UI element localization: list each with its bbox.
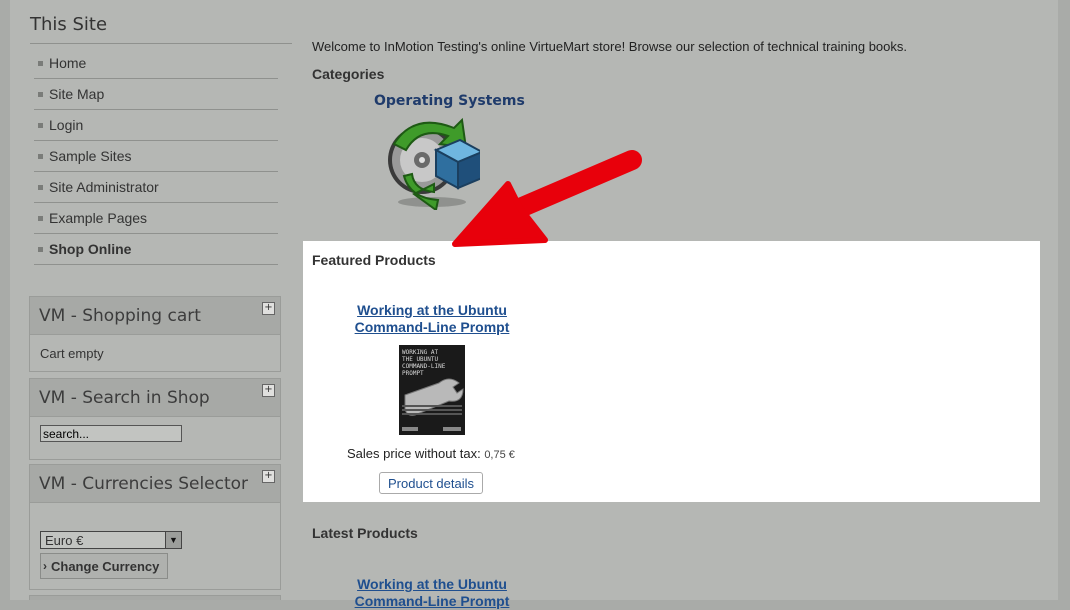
menu-item-shop-online[interactable]: Shop Online: [34, 234, 278, 265]
category-link-operating-systems[interactable]: Operating Systems: [374, 93, 525, 109]
bullet-icon: [38, 153, 43, 159]
menu-item-label: Site Administrator: [49, 179, 159, 195]
menu-item-label: Login: [49, 117, 84, 133]
bullet-icon: [38, 184, 43, 190]
module-title: VM - Search in Shop: [39, 387, 210, 408]
cart-status: Cart empty: [40, 345, 104, 361]
product-details-button[interactable]: Product details: [379, 472, 483, 494]
cover-text-line3: COMMAND-LINE: [402, 363, 446, 370]
module-header: VM - Shopping cart +: [29, 296, 281, 334]
menu-item-label: Sample Sites: [49, 148, 132, 164]
bullet-icon: [38, 91, 43, 97]
shop-search-input[interactable]: [40, 425, 182, 442]
module-header: VM - Search in Shop +: [29, 378, 281, 416]
chevron-right-icon: ›: [43, 559, 47, 573]
change-currency-button[interactable]: › Change Currency: [40, 553, 169, 579]
currency-select[interactable]: Euro € ▼: [40, 531, 182, 549]
featured-products-panel: Featured Products Working at the Ubuntu …: [303, 241, 1040, 502]
expand-toggle-icon[interactable]: +: [262, 470, 275, 483]
product-thumbnail[interactable]: WORKING AT THE UBUNTU COMMAND-LINE PROMP…: [399, 345, 465, 435]
cover-text-line2: THE UBUNTU: [402, 356, 439, 363]
module-body: [29, 416, 281, 460]
search-module: VM - Search in Shop +: [29, 378, 281, 460]
module-title: VM - Currencies Selector: [39, 473, 249, 494]
product-title-line2: Command-Line Prompt: [354, 593, 510, 609]
menu-item-home[interactable]: Home: [34, 48, 278, 79]
welcome-text: Welcome to InMotion Testing's online Vir…: [312, 39, 908, 54]
menu-item-label: Shop Online: [49, 241, 132, 257]
menu-item-label: Example Pages: [49, 210, 148, 226]
menu-item-login[interactable]: Login: [34, 110, 278, 141]
product-title-line1: Working at the Ubuntu: [357, 576, 507, 592]
currency-selected-value: Euro €: [45, 532, 84, 548]
latest-products-title: Latest Products: [312, 525, 418, 541]
page-container: This Site Home Site Map Login Sample Sit…: [10, 0, 1058, 609]
latest-product-title-link[interactable]: Working at the Ubuntu Command-Line Promp…: [322, 576, 542, 610]
module-header: VM - Currencies Selector +: [29, 464, 281, 502]
menu-item-sample-sites[interactable]: Sample Sites: [34, 141, 278, 172]
bullet-icon: [38, 122, 43, 128]
menu-item-site-map[interactable]: Site Map: [34, 79, 278, 110]
price-value: 0,75 €: [484, 449, 515, 461]
product-price: Sales price without tax: 0,75 €: [347, 446, 515, 461]
menu-item-site-administrator[interactable]: Site Administrator: [34, 172, 278, 203]
menu-item-label: Site Map: [49, 86, 105, 102]
bullet-icon: [38, 246, 43, 252]
dropdown-arrow-icon[interactable]: ▼: [165, 532, 181, 548]
bullet-icon: [38, 60, 43, 66]
module-body: Cart empty: [29, 334, 281, 372]
main-menu: Home Site Map Login Sample Sites Site Ad…: [34, 48, 278, 265]
module-body: Euro € ▼ › Change Currency: [29, 502, 281, 590]
module-title: VM - Shopping cart: [39, 305, 201, 326]
site-menu-title: This Site: [30, 14, 292, 44]
cover-text-line4: PROMPT: [402, 370, 424, 377]
currency-selector-module: VM - Currencies Selector + Euro € ▼ › Ch…: [29, 464, 281, 590]
product-title-line2: Command-Line Prompt: [354, 319, 510, 335]
product-title-line1: Working at the Ubuntu: [357, 302, 507, 318]
menu-item-example-pages[interactable]: Example Pages: [34, 203, 278, 234]
operating-systems-icon[interactable]: [384, 114, 485, 215]
bullet-icon: [38, 215, 43, 221]
featured-products-title: Featured Products: [312, 252, 436, 268]
product-title-link[interactable]: Working at the Ubuntu Command-Line Promp…: [322, 302, 542, 336]
menu-item-label: Home: [49, 55, 87, 71]
cover-text-line1: WORKING AT: [402, 349, 439, 356]
expand-toggle-icon[interactable]: +: [262, 384, 275, 397]
price-label: Sales price without tax:: [347, 446, 481, 461]
categories-title: Categories: [312, 66, 385, 82]
expand-toggle-icon[interactable]: +: [262, 302, 275, 315]
shopping-cart-module: VM - Shopping cart + Cart empty: [29, 296, 281, 372]
next-module-edge: [29, 595, 281, 600]
change-currency-label: Change Currency: [51, 558, 160, 574]
